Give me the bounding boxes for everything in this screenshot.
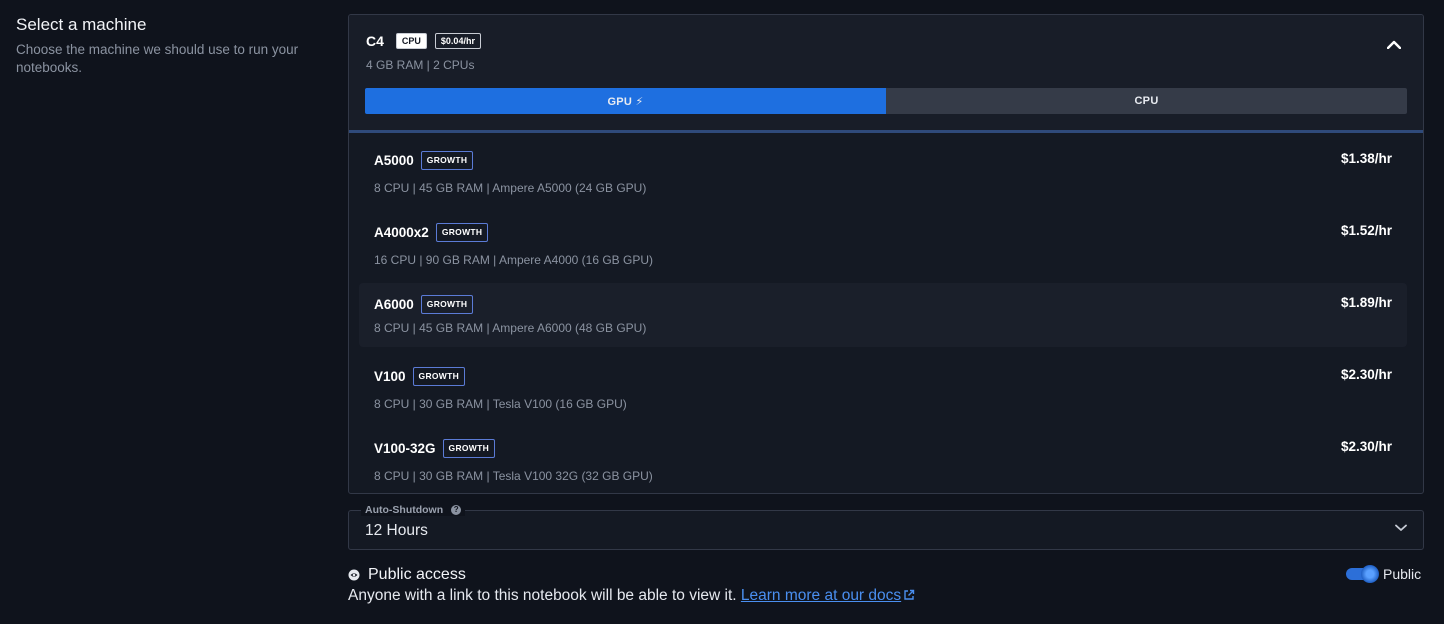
machine-specs: 8 CPU | 30 GB RAM | Tesla V100 32G (32 G… <box>374 469 653 483</box>
machine-name: V100 <box>374 368 406 384</box>
selected-machine-name: C4 <box>366 33 384 49</box>
docs-link[interactable]: Learn more at our docs <box>741 587 915 604</box>
selected-machine-header: C4 CPU $0.04/hr 4 GB RAM | 2 CPUs GPU ⚡ … <box>349 15 1423 133</box>
plan-badge: GROWTH <box>442 438 496 458</box>
machine-option-a4000x2[interactable]: A4000x2 GROWTH $1.52/hr 16 CPU | 90 GB R… <box>359 211 1407 283</box>
machine-price: $2.30/hr <box>1340 439 1392 454</box>
public-access-description: Anyone with a link to this notebook will… <box>348 587 915 605</box>
machine-price: $1.89/hr <box>1340 295 1392 310</box>
machine-price: $1.52/hr <box>1340 223 1392 238</box>
external-link-icon <box>904 589 915 600</box>
machine-specs: 8 CPU | 30 GB RAM | Tesla V100 (16 GB GP… <box>374 397 627 411</box>
machine-specs: 8 CPU | 45 GB RAM | Ampere A6000 (48 GB … <box>374 321 647 335</box>
machine-type-toggle: GPU ⚡ CPU <box>365 88 1407 114</box>
machine-price: $1.38/hr <box>1340 151 1392 166</box>
auto-shutdown-select[interactable]: Auto-Shutdown ? 12 Hours <box>348 504 1424 550</box>
plan-badge: GROWTH <box>435 222 489 242</box>
selected-machine-type-tag: CPU <box>395 33 427 49</box>
machine-name: A6000 <box>374 296 414 312</box>
machine-price: $2.30/hr <box>1340 367 1392 382</box>
plan-badge: GROWTH <box>412 366 466 386</box>
selected-machine-specs: 4 GB RAM | 2 CPUs <box>366 58 475 72</box>
machine-specs: 16 CPU | 90 GB RAM | Ampere A4000 (16 GB… <box>374 253 654 267</box>
docs-link-text: Learn more at our docs <box>740 587 902 604</box>
public-access-text: Anyone with a link to this notebook will… <box>348 587 737 604</box>
machine-name: A4000x2 <box>374 224 429 240</box>
machine-option-v100[interactable]: V100 GROWTH $2.30/hr 8 CPU | 30 GB RAM |… <box>359 355 1407 427</box>
section-description: Choose the machine we should use to run … <box>16 42 299 75</box>
toggle-knob <box>1361 565 1379 583</box>
plan-badge: GROWTH <box>420 150 474 170</box>
question-circle-icon[interactable]: ? <box>451 505 462 515</box>
machine-option-a5000[interactable]: A5000 GROWTH $1.38/hr 8 CPU | 45 GB RAM … <box>359 139 1407 211</box>
public-access-title: Public access <box>368 566 466 583</box>
selected-machine-price-tag: $0.04/hr <box>434 33 481 49</box>
auto-shutdown-label: Auto-Shutdown ? <box>361 504 466 516</box>
plan-badge: GROWTH <box>420 294 474 314</box>
public-toggle-label: Public <box>1383 566 1422 582</box>
section-title: Select a machine <box>16 15 147 34</box>
selected-machine-row: C4 CPU $0.04/hr <box>366 32 489 50</box>
machine-list: A5000 GROWTH $1.38/hr 8 CPU | 45 GB RAM … <box>359 139 1407 493</box>
machine-specs: 8 CPU | 45 GB RAM | Ampere A5000 (24 GB … <box>374 181 647 195</box>
chevron-up-icon <box>1387 40 1401 49</box>
toggle-track <box>1346 565 1379 583</box>
machine-section-header: Select a machine Choose the machine we s… <box>16 14 316 77</box>
public-toggle[interactable]: Public <box>1346 565 1422 583</box>
machine-name: V100-32G <box>374 440 436 456</box>
public-access-heading: Public access <box>348 566 466 584</box>
machine-option-v100-32g[interactable]: V100-32G GROWTH $2.30/hr 8 CPU | 30 GB R… <box>359 427 1407 493</box>
eye-icon <box>348 569 360 581</box>
chevron-down-icon <box>1395 524 1407 531</box>
tab-gpu[interactable]: GPU ⚡ <box>365 88 886 114</box>
collapse-button[interactable] <box>1383 35 1405 53</box>
machine-selector-panel: C4 CPU $0.04/hr 4 GB RAM | 2 CPUs GPU ⚡ … <box>348 14 1424 494</box>
auto-shutdown-value: 12 Hours <box>365 522 428 539</box>
tab-cpu[interactable]: CPU <box>886 88 1407 114</box>
machine-name: A5000 <box>374 152 414 168</box>
auto-shutdown-label-text: Auto-Shutdown <box>365 504 444 516</box>
machine-option-a6000[interactable]: A6000 GROWTH $1.89/hr 8 CPU | 45 GB RAM … <box>359 283 1407 347</box>
